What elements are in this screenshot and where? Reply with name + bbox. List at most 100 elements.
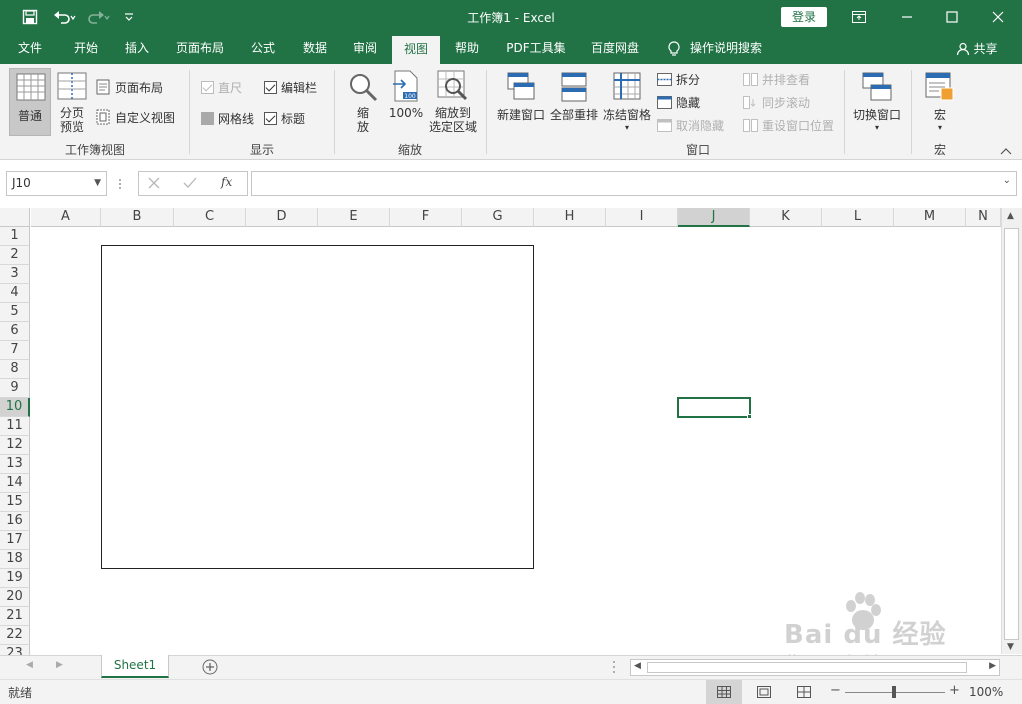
add-sheet-icon[interactable] <box>202 659 218 675</box>
arrange-all-button[interactable]: 全部重排 <box>548 68 600 128</box>
row-header-12[interactable]: 12 <box>0 436 30 455</box>
tab-page-layout[interactable]: 页面布局 <box>166 34 234 64</box>
tell-me-search[interactable]: 操作说明搜索 <box>690 34 770 64</box>
zoom-slider-thumb[interactable] <box>892 686 896 698</box>
tab-review[interactable]: 审阅 <box>342 34 388 64</box>
rectangle-shape[interactable] <box>101 245 534 569</box>
cancel-icon[interactable] <box>147 176 165 192</box>
tab-pdf-tools[interactable]: PDF工具集 <box>500 34 572 64</box>
page-break-preview-button[interactable]: 分页 预览 <box>54 68 90 136</box>
row-header-15[interactable]: 15 <box>0 493 30 512</box>
page-layout-view-button[interactable]: 页面布局 <box>96 78 163 96</box>
name-box[interactable]: J10 ▼ <box>6 171 107 196</box>
column-header-k[interactable]: K <box>750 208 822 227</box>
row-header-9[interactable]: 9 <box>0 379 30 398</box>
chevron-down-icon[interactable]: ▼ <box>94 172 101 195</box>
headings-checkbox[interactable]: 标题 <box>264 110 305 127</box>
scroll-up-icon[interactable]: ▲ <box>1007 211 1014 221</box>
zoom-level[interactable]: 100% <box>969 685 1003 699</box>
column-header-a[interactable]: A <box>31 208 101 227</box>
horizontal-scroll-thumb[interactable] <box>647 662 967 673</box>
tab-help[interactable]: 帮助 <box>444 34 490 64</box>
scroll-left-icon[interactable]: ◀ <box>634 661 641 671</box>
zoom-in-icon[interactable]: + <box>949 683 960 698</box>
enter-icon[interactable] <box>183 176 201 192</box>
select-all-corner[interactable] <box>0 208 30 227</box>
column-header-d[interactable]: D <box>246 208 318 227</box>
split-button[interactable]: 拆分 <box>657 71 700 87</box>
sheet-tab-sheet1[interactable]: Sheet1 <box>101 655 169 678</box>
tab-home[interactable]: 开始 <box>62 34 110 64</box>
row-header-13[interactable]: 13 <box>0 455 30 474</box>
row-header-20[interactable]: 20 <box>0 588 30 607</box>
switch-windows-button[interactable]: 切换窗口 ▾ <box>849 68 905 138</box>
freeze-panes-button[interactable]: 冻结窗格 ▾ <box>601 68 653 138</box>
tab-splitter-icon[interactable] <box>612 660 616 674</box>
column-header-h[interactable]: H <box>534 208 606 227</box>
vertical-scroll-thumb[interactable] <box>1004 228 1019 640</box>
sync-scroll-button[interactable]: 同步滚动 <box>743 94 810 110</box>
row-header-22[interactable]: 22 <box>0 626 30 645</box>
fill-handle[interactable] <box>747 414 752 419</box>
column-header-c[interactable]: C <box>174 208 246 227</box>
formula-bar-checkbox[interactable]: 编辑栏 <box>264 79 317 96</box>
row-header-14[interactable]: 14 <box>0 474 30 493</box>
zoom-100-button[interactable]: 100 100% <box>386 68 426 128</box>
column-header-j[interactable]: J <box>678 208 750 227</box>
column-header-l[interactable]: L <box>822 208 894 227</box>
side-by-side-button[interactable]: 并排查看 <box>743 71 810 87</box>
ruler-checkbox[interactable]: 直尺 <box>201 79 242 96</box>
tab-insert[interactable]: 插入 <box>114 34 160 64</box>
row-header-3[interactable]: 3 <box>0 265 30 284</box>
save-icon[interactable] <box>16 0 44 34</box>
tab-formulas[interactable]: 公式 <box>240 34 286 64</box>
prev-sheet-icon[interactable]: ◀ <box>26 660 33 670</box>
page-break-status-icon[interactable] <box>797 686 811 698</box>
share-button[interactable]: 共享 <box>950 34 1004 64</box>
reset-window-position-button[interactable]: 重设窗口位置 <box>743 117 834 133</box>
collapse-ribbon-icon[interactable] <box>1000 144 1014 156</box>
row-header-17[interactable]: 17 <box>0 531 30 550</box>
tab-file[interactable]: 文件 <box>8 34 52 64</box>
page-layout-status-icon[interactable] <box>757 686 771 698</box>
tab-view[interactable]: 视图 <box>392 36 440 64</box>
minimize-icon[interactable] <box>884 0 930 34</box>
column-header-n[interactable]: N <box>966 208 1001 227</box>
column-header-i[interactable]: I <box>606 208 678 227</box>
macros-button[interactable]: 宏 ▾ <box>920 68 960 138</box>
row-header-5[interactable]: 5 <box>0 303 30 322</box>
horizontal-scrollbar[interactable]: ◀ ▶ <box>630 659 1000 676</box>
unhide-button[interactable]: 取消隐藏 <box>657 117 724 133</box>
vertical-scrollbar[interactable]: ▲ ▼ <box>1001 208 1022 654</box>
tab-data[interactable]: 数据 <box>292 34 338 64</box>
next-sheet-icon[interactable]: ▶ <box>56 660 63 670</box>
normal-view-button[interactable]: 普通 <box>9 68 51 136</box>
row-header-16[interactable]: 16 <box>0 512 30 531</box>
row-header-4[interactable]: 4 <box>0 284 30 303</box>
column-header-m[interactable]: M <box>894 208 966 227</box>
tab-baidu-netdisk[interactable]: 百度网盘 <box>580 34 650 64</box>
zoom-to-selection-button[interactable]: 缩放到 选定区域 <box>428 68 478 138</box>
login-button[interactable]: 登录 <box>781 7 827 27</box>
close-icon[interactable] <box>975 0 1021 34</box>
row-header-18[interactable]: 18 <box>0 550 30 569</box>
active-cell[interactable] <box>677 397 751 418</box>
zoom-out-icon[interactable]: − <box>830 683 841 698</box>
row-header-11[interactable]: 11 <box>0 417 30 436</box>
formula-input[interactable]: ⌄ <box>251 171 1017 196</box>
normal-view-status-button[interactable] <box>706 680 742 704</box>
insert-function-icon[interactable]: fx <box>221 175 232 189</box>
maximize-icon[interactable] <box>929 0 975 34</box>
drag-handle-icon[interactable] <box>118 178 122 190</box>
row-header-7[interactable]: 7 <box>0 341 30 360</box>
row-header-1[interactable]: 1 <box>0 227 30 246</box>
row-header-10[interactable]: 10 <box>0 398 30 417</box>
ribbon-display-options-icon[interactable] <box>836 0 882 34</box>
scroll-down-icon[interactable]: ▼ <box>1007 642 1014 652</box>
row-header-19[interactable]: 19 <box>0 569 30 588</box>
row-header-2[interactable]: 2 <box>0 246 30 265</box>
row-header-21[interactable]: 21 <box>0 607 30 626</box>
custom-views-button[interactable]: 自定义视图 <box>96 108 175 126</box>
column-header-b[interactable]: B <box>101 208 174 227</box>
row-header-6[interactable]: 6 <box>0 322 30 341</box>
